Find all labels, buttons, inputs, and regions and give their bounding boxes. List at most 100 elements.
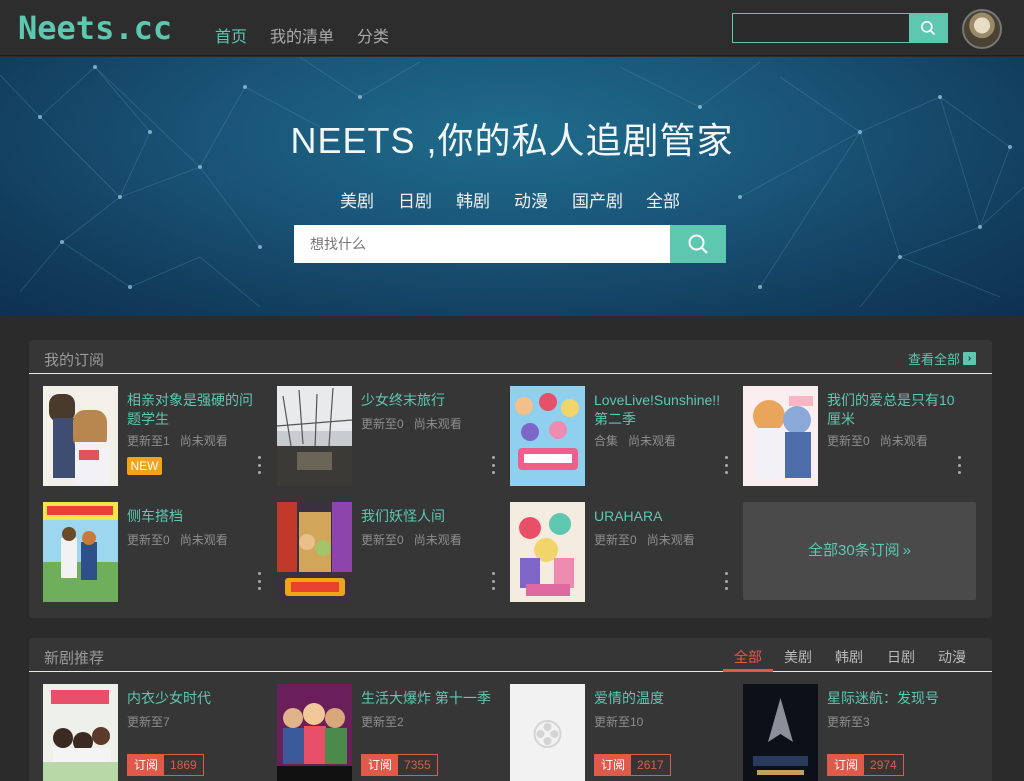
poster-image[interactable] [43,502,118,602]
more-options-icon[interactable] [490,572,496,590]
card-title[interactable]: LoveLive!Sunshine!! 第二季 [594,391,729,429]
more-options-icon[interactable] [723,572,729,590]
watch-status: 尚未观看 [628,434,677,448]
card-title[interactable]: URAHARA [594,507,729,526]
nav-categories[interactable]: 分类 [357,23,389,47]
poster-image[interactable] [277,386,352,486]
tab-jp[interactable]: 日剧 [887,647,915,667]
hero-title: NEETS ,你的私人追剧管家 [290,120,734,161]
hero-cat-cn[interactable]: 国产剧 [572,187,623,212]
search-icon [921,21,936,36]
watch-status: 尚未观看 [646,533,695,547]
more-options-icon[interactable] [256,572,262,590]
show-card[interactable]: 生活大爆炸 第十一季 更新至2 订阅 7355 [277,684,502,781]
see-all-link[interactable]: 查看全部 › [908,349,976,368]
subscribe-button[interactable]: 订阅 2617 [594,754,671,776]
more-options-icon[interactable] [723,456,729,474]
subscribe-button[interactable]: 订阅 1869 [127,754,204,776]
subscription-card[interactable]: URAHARA 更新至0 尚未观看 [510,502,735,602]
new-shows-panel: 新剧推荐 全部 美剧 韩剧 日剧 动漫 内衣少女时代 更新至7 订阅 1869 生… [29,638,992,781]
poster-image[interactable] [43,684,118,781]
subscriptions-title: 我的订阅 [44,352,105,369]
more-options-icon[interactable] [490,456,496,474]
new-shows-title: 新剧推荐 [44,650,105,667]
watch-status: 尚未观看 [413,417,462,431]
subscriptions-panel: 我的订阅 查看全部 › 相亲对象是强硬的问题学生 更新至1 尚未观看 NEW 少女… [29,340,992,618]
card-title[interactable]: 少女终末旅行 [361,391,496,410]
subscription-card[interactable]: 我们的爱总是只有10厘米 更新至0 尚未观看 [743,386,968,486]
update-status: 更新至0 [361,417,404,431]
subscription-card[interactable]: 我们妖怪人间 更新至0 尚未观看 [277,502,502,602]
hero-cat-us[interactable]: 美剧 [340,187,374,212]
search-icon [688,234,708,254]
site-logo[interactable]: Neets.cc [18,9,172,47]
subscribe-button[interactable]: 订阅 2974 [827,754,904,776]
hero-search-input[interactable] [294,225,670,263]
watch-status: 尚未观看 [179,533,228,547]
tab-us[interactable]: 美剧 [784,647,812,667]
network-background [0,57,1024,308]
card-title[interactable]: 我们妖怪人间 [361,507,496,526]
all-subscriptions-button[interactable]: 全部30条订阅» [743,502,976,600]
hero-cat-jp[interactable]: 日剧 [398,187,432,212]
poster-image[interactable] [743,684,818,781]
card-title[interactable]: 爱情的温度 [594,689,729,708]
update-status: 更新至2 [361,715,404,729]
card-meta: 更新至0 尚未观看 [361,415,462,432]
subscription-card[interactable]: LoveLive!Sunshine!! 第二季 合集 尚未观看 [510,386,735,486]
subscriptions-header: 我的订阅 查看全部 › [29,340,992,374]
subscribe-label: 订阅 [828,755,865,775]
card-meta: 更新至0 尚未观看 [361,531,462,548]
card-title[interactable]: 内衣少女时代 [127,689,262,708]
card-meta: 更新至0 尚未观看 [827,432,928,449]
subscriber-count: 2974 [864,755,903,775]
poster-placeholder[interactable] [510,684,585,781]
show-card[interactable]: 星际迷航：发现号 更新至3 订阅 2974 [743,684,968,781]
subscribe-label: 订阅 [362,755,399,775]
update-status: 更新至7 [127,715,170,729]
poster-image[interactable] [277,502,352,602]
see-all-label: 查看全部 [907,352,960,367]
active-tab-indicator [723,669,773,672]
more-options-icon[interactable] [956,456,962,474]
poster-image[interactable] [43,386,118,486]
tab-all[interactable]: 全部 [734,647,762,667]
subscription-card[interactable]: 相亲对象是强硬的问题学生 更新至1 尚未观看 NEW [43,386,268,486]
nav-home[interactable]: 首页 [215,23,247,47]
new-badge: NEW [127,457,162,475]
poster-image[interactable] [510,386,585,486]
card-title[interactable]: 侧车搭档 [127,507,262,526]
tab-kr[interactable]: 韩剧 [835,647,863,667]
hero-cat-all[interactable]: 全部 [646,187,680,212]
hero-search-button[interactable] [670,225,726,263]
genre-tabs: 全部 美剧 韩剧 日剧 动漫 [719,638,978,672]
nav-my-list[interactable]: 我的清单 [270,23,334,47]
subscribe-label: 订阅 [128,755,165,775]
top-navbar: Neets.cc 首页 我的清单 分类 [0,0,1024,56]
subscription-card[interactable]: 侧车搭档 更新至0 尚未观看 [43,502,268,602]
top-search-input[interactable] [733,14,909,42]
poster-image[interactable] [743,386,818,486]
card-meta: 更新至2 [361,713,404,730]
update-status: 更新至0 [127,533,170,547]
card-title[interactable]: 生活大爆炸 第十一季 [361,689,496,708]
card-title[interactable]: 我们的爱总是只有10厘米 [827,391,962,429]
subscription-card[interactable]: 少女终末旅行 更新至0 尚未观看 [277,386,502,486]
user-avatar[interactable] [962,9,1002,49]
hero-cat-kr[interactable]: 韩剧 [456,187,490,212]
update-status: 更新至3 [827,715,870,729]
top-search-button[interactable] [909,14,947,42]
show-card[interactable]: 爱情的温度 更新至10 订阅 2617 [510,684,735,781]
top-search-box [732,13,948,43]
show-card[interactable]: 内衣少女时代 更新至7 订阅 1869 [43,684,268,781]
double-chevron-icon: » [902,542,912,559]
poster-image[interactable] [510,502,585,602]
hero-cat-anime[interactable]: 动漫 [514,187,548,212]
poster-image[interactable] [277,684,352,781]
card-title[interactable]: 相亲对象是强硬的问题学生 [127,391,262,429]
card-title[interactable]: 星际迷航：发现号 [827,689,962,708]
card-meta: 更新至1 尚未观看 [127,432,228,449]
more-options-icon[interactable] [256,456,262,474]
subscribe-button[interactable]: 订阅 7355 [361,754,438,776]
tab-anime[interactable]: 动漫 [938,647,966,667]
